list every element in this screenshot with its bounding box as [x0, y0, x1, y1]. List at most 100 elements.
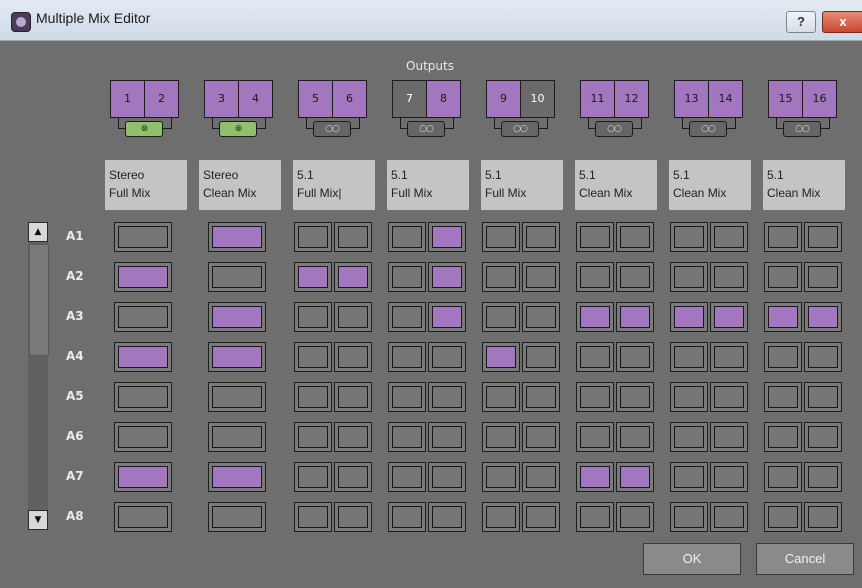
routing-toggle[interactable] [212, 226, 262, 248]
output-channel-button[interactable]: 2 [144, 80, 179, 118]
routing-cell[interactable] [710, 462, 748, 492]
routing-toggle[interactable] [118, 266, 168, 288]
routing-toggle[interactable] [298, 266, 328, 288]
routing-cell[interactable] [334, 382, 372, 412]
routing-cell[interactable] [114, 262, 172, 292]
routing-cell[interactable] [334, 462, 372, 492]
routing-toggle[interactable] [768, 346, 798, 368]
routing-cell[interactable] [710, 502, 748, 532]
routing-cell[interactable] [804, 502, 842, 532]
routing-toggle[interactable] [298, 506, 328, 528]
routing-toggle[interactable] [486, 386, 516, 408]
routing-cell[interactable] [334, 222, 372, 252]
routing-cell[interactable] [522, 502, 560, 532]
routing-cell[interactable] [522, 262, 560, 292]
routing-toggle[interactable] [808, 426, 838, 448]
routing-cell[interactable] [388, 382, 426, 412]
link-icon[interactable]: ○○ [783, 121, 821, 137]
routing-cell[interactable] [804, 302, 842, 332]
routing-cell[interactable] [616, 462, 654, 492]
routing-cell[interactable] [388, 462, 426, 492]
routing-toggle[interactable] [432, 386, 462, 408]
output-channel-button[interactable]: 4 [238, 80, 273, 118]
routing-cell[interactable] [576, 342, 614, 372]
routing-toggle[interactable] [338, 386, 368, 408]
routing-toggle[interactable] [526, 386, 556, 408]
routing-cell[interactable] [710, 422, 748, 452]
routing-cell[interactable] [482, 262, 520, 292]
routing-cell[interactable] [428, 502, 466, 532]
routing-cell[interactable] [334, 502, 372, 532]
routing-toggle[interactable] [392, 226, 422, 248]
routing-cell[interactable] [804, 262, 842, 292]
routing-cell[interactable] [208, 342, 266, 372]
routing-toggle[interactable] [580, 506, 610, 528]
mix-label-field[interactable]: 5.1 Full Mix [481, 160, 563, 210]
routing-toggle[interactable] [486, 306, 516, 328]
routing-cell[interactable] [428, 262, 466, 292]
routing-toggle[interactable] [432, 306, 462, 328]
routing-cell[interactable] [522, 422, 560, 452]
routing-cell[interactable] [804, 462, 842, 492]
routing-cell[interactable] [764, 342, 802, 372]
routing-cell[interactable] [804, 382, 842, 412]
routing-toggle[interactable] [580, 346, 610, 368]
routing-toggle[interactable] [768, 506, 798, 528]
routing-toggle[interactable] [714, 466, 744, 488]
routing-toggle[interactable] [714, 386, 744, 408]
routing-toggle[interactable] [580, 306, 610, 328]
output-channel-button[interactable]: 13 [674, 80, 709, 118]
scroll-thumb[interactable] [29, 244, 49, 356]
routing-toggle[interactable] [526, 306, 556, 328]
routing-toggle[interactable] [714, 506, 744, 528]
routing-toggle[interactable] [808, 506, 838, 528]
routing-cell[interactable] [522, 382, 560, 412]
vertical-scrollbar[interactable]: ▲ ▼ [28, 222, 49, 530]
routing-cell[interactable] [294, 222, 332, 252]
link-icon[interactable]: ⊗ [125, 121, 163, 137]
routing-cell[interactable] [710, 302, 748, 332]
routing-toggle[interactable] [298, 306, 328, 328]
routing-cell[interactable] [764, 262, 802, 292]
routing-cell[interactable] [616, 302, 654, 332]
routing-toggle[interactable] [808, 266, 838, 288]
routing-cell[interactable] [294, 302, 332, 332]
routing-toggle[interactable] [212, 426, 262, 448]
routing-toggle[interactable] [212, 466, 262, 488]
routing-toggle[interactable] [338, 346, 368, 368]
output-channel-button[interactable]: 12 [614, 80, 649, 118]
routing-toggle[interactable] [580, 226, 610, 248]
routing-toggle[interactable] [580, 386, 610, 408]
routing-cell[interactable] [482, 422, 520, 452]
output-channel-button[interactable]: 5 [298, 80, 333, 118]
routing-cell[interactable] [764, 462, 802, 492]
routing-toggle[interactable] [118, 426, 168, 448]
output-channel-button[interactable]: 11 [580, 80, 615, 118]
routing-cell[interactable] [764, 502, 802, 532]
routing-toggle[interactable] [432, 226, 462, 248]
routing-cell[interactable] [710, 262, 748, 292]
routing-toggle[interactable] [526, 266, 556, 288]
routing-cell[interactable] [482, 302, 520, 332]
mix-label-field[interactable]: 5.1 Clean Mix [669, 160, 751, 210]
routing-toggle[interactable] [580, 466, 610, 488]
routing-cell[interactable] [764, 422, 802, 452]
routing-toggle[interactable] [714, 426, 744, 448]
routing-toggle[interactable] [714, 266, 744, 288]
routing-toggle[interactable] [338, 306, 368, 328]
link-icon[interactable]: ○○ [689, 121, 727, 137]
routing-toggle[interactable] [338, 226, 368, 248]
routing-cell[interactable] [114, 422, 172, 452]
routing-toggle[interactable] [392, 386, 422, 408]
routing-cell[interactable] [670, 222, 708, 252]
routing-cell[interactable] [208, 422, 266, 452]
routing-toggle[interactable] [118, 226, 168, 248]
routing-toggle[interactable] [620, 426, 650, 448]
routing-cell[interactable] [114, 342, 172, 372]
link-icon[interactable]: ○○ [501, 121, 539, 137]
routing-cell[interactable] [670, 462, 708, 492]
routing-cell[interactable] [616, 222, 654, 252]
routing-toggle[interactable] [486, 426, 516, 448]
routing-toggle[interactable] [674, 506, 704, 528]
scroll-up-icon[interactable]: ▲ [28, 222, 48, 242]
